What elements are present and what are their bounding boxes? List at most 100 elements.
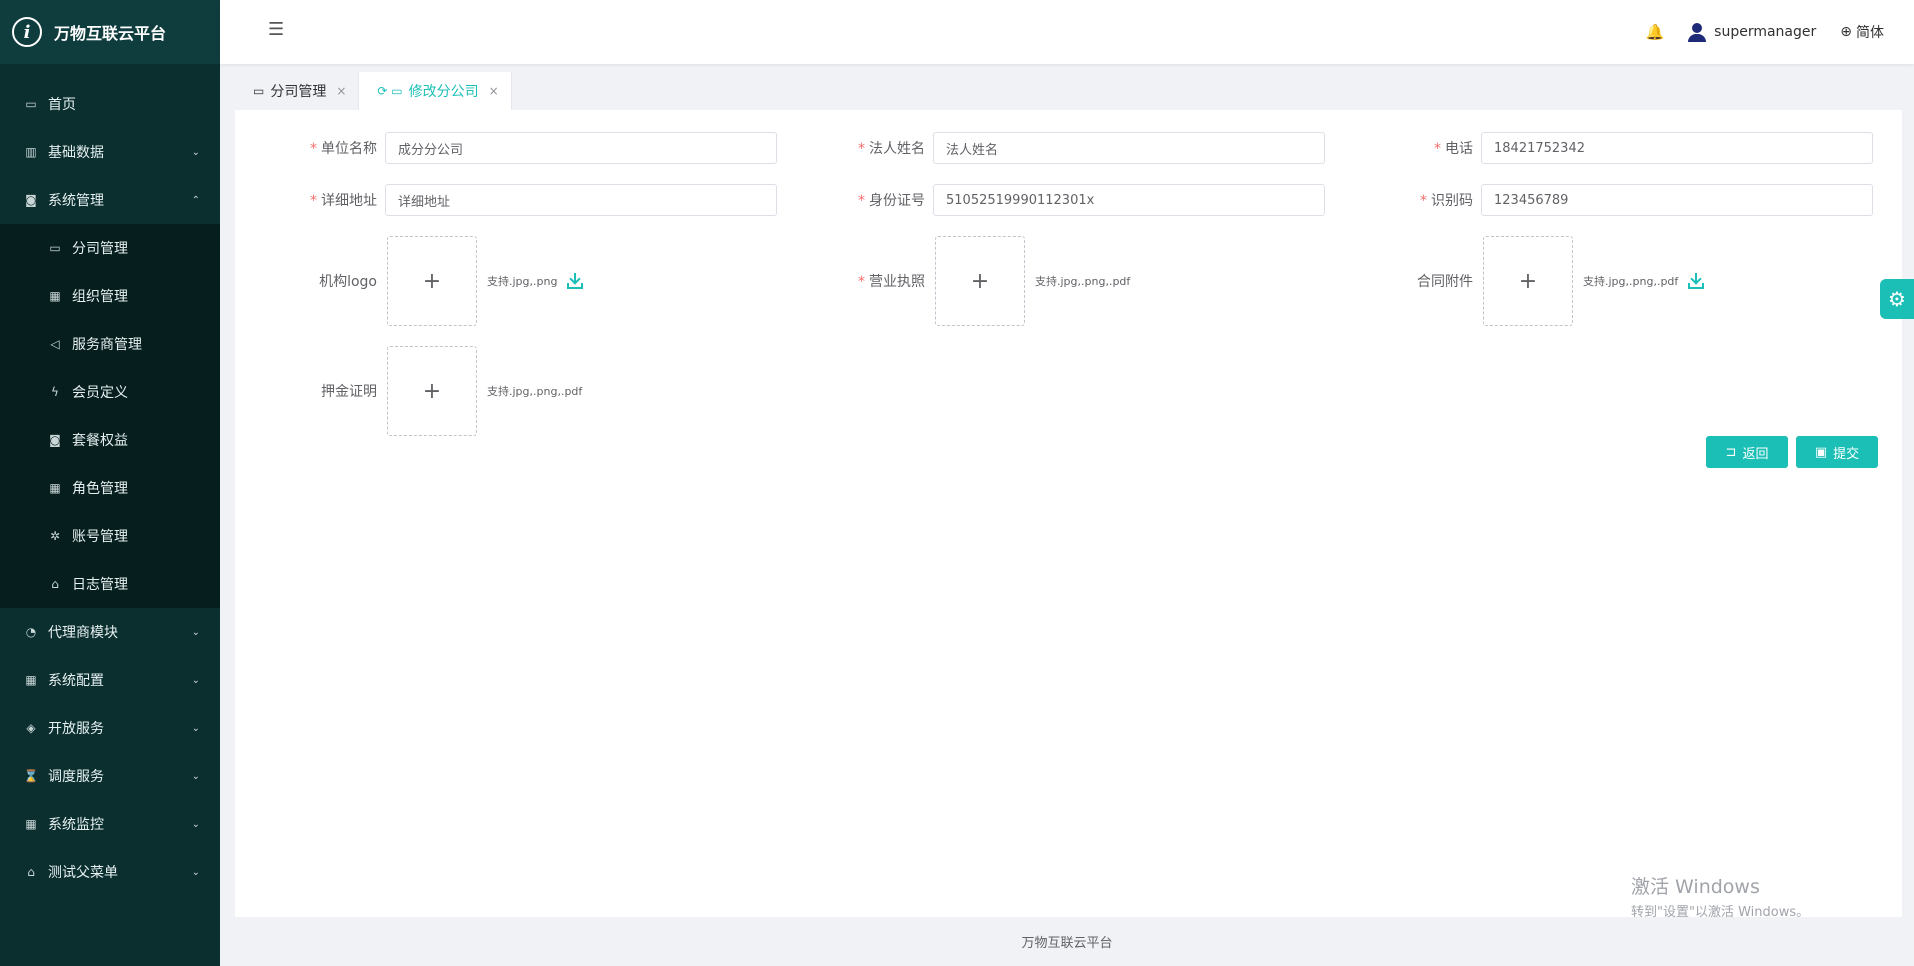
- sidebar-item-label: 分司管理: [72, 241, 128, 257]
- tab-edit-branch[interactable]: ⟳ ▭ 修改分公司 ×: [359, 72, 512, 110]
- chevron-up-icon: ⌃: [191, 194, 200, 206]
- sidebar-item-basic-data[interactable]: ▥ 基础数据 ⌄: [0, 128, 220, 176]
- company-name-field: * 单位名称: [235, 132, 777, 164]
- id-number-field: * 身份证号: [783, 184, 1325, 216]
- sidebar-item-label: 基础数据: [48, 145, 104, 161]
- deposit-upload-box[interactable]: +: [387, 346, 477, 436]
- bug-icon: ✲: [49, 529, 61, 543]
- sidebar-item-label: 会员定义: [72, 385, 128, 401]
- chevron-down-icon: ⌄: [191, 722, 200, 734]
- sidebar-item-label: 首页: [48, 97, 76, 113]
- close-icon[interactable]: ×: [489, 84, 499, 98]
- sidebar-item-label: 系统配置: [48, 673, 104, 689]
- back-label: 返回: [1742, 446, 1769, 462]
- legal-name-field: * 法人姓名: [783, 132, 1325, 164]
- phone-input[interactable]: [1481, 132, 1873, 164]
- address-label: * 详细地址: [310, 193, 377, 209]
- license-upload-tip: 支持.jpg,.png,.pdf: [1035, 275, 1131, 288]
- home-icon: ⌂: [51, 577, 59, 591]
- username: supermanager: [1714, 24, 1817, 40]
- sidebar-item-open-service[interactable]: ◈ 开放服务 ⌄: [0, 704, 220, 752]
- chevron-down-icon: ⌄: [191, 626, 200, 638]
- sidebar-item-label: 系统监控: [48, 817, 104, 833]
- sidebar-subitem-member[interactable]: ϟ 会员定义: [0, 368, 220, 416]
- bell-icon: ◔: [25, 625, 37, 639]
- sidebar-item-test-parent[interactable]: ⌂ 测试父菜单 ⌄: [0, 848, 220, 896]
- logo-upload-box[interactable]: +: [387, 236, 477, 326]
- tab-branch-management[interactable]: ▭ 分司管理 ×: [235, 72, 360, 110]
- download-icon[interactable]: [1688, 273, 1705, 289]
- language-switch[interactable]: ⊕ 简体: [1840, 22, 1884, 42]
- sidebar-item-label: 套餐权益: [72, 433, 128, 449]
- hourglass-icon: ⌛: [23, 769, 39, 783]
- info-logo-icon: i: [12, 17, 42, 47]
- sidebar-item-system-management[interactable]: ◙ 系统管理 ⌃: [0, 176, 220, 224]
- tab-label: 分司管理: [270, 84, 327, 100]
- watermark-line1: 激活 Windows: [1631, 876, 1760, 898]
- company-name-input[interactable]: [385, 132, 777, 164]
- legal-name-input[interactable]: [933, 132, 1325, 164]
- address-input[interactable]: [385, 184, 777, 216]
- form-row: *单位名称 *法人姓名 *电话: [235, 132, 1902, 164]
- bank-icon: ⌂: [27, 865, 35, 879]
- back-button[interactable]: ⊐ 返回: [1706, 436, 1788, 468]
- grid-icon: ▦: [49, 481, 61, 495]
- settings-gear-icon[interactable]: ⚙: [1880, 279, 1914, 319]
- code-input[interactable]: [1481, 184, 1873, 216]
- bell-icon[interactable]: 🔔: [1645, 23, 1664, 41]
- calendar-icon: ▭: [25, 97, 37, 111]
- contract-upload-field: 合同附件 + 支持.jpg,.png,.pdf: [1331, 236, 1705, 326]
- sidebar-menu: ▭ 首页 ▥ 基础数据 ⌄ ◙ 系统管理 ⌃ ▭ 分司管理 ▦ 组织管理 ◁ 服…: [0, 64, 220, 896]
- logo-upload-tip: 支持.jpg,.png: [487, 275, 558, 288]
- submit-button[interactable]: ▣ 提交: [1796, 436, 1878, 468]
- sidebar-subitem-branch[interactable]: ▭ 分司管理: [0, 224, 220, 272]
- refresh-calendar-icon: ⟳ ▭: [377, 84, 403, 98]
- chevron-down-icon: ⌄: [191, 770, 200, 782]
- grid-icon: ▦: [25, 673, 37, 687]
- save-icon: ▣: [1814, 444, 1828, 460]
- sidebar-item-system-config[interactable]: ▦ 系统配置 ⌄: [0, 656, 220, 704]
- grid-icon: ▦: [25, 817, 37, 831]
- calendar-icon: ▭: [49, 241, 61, 255]
- page-tabs: ▭ 分司管理 × ⟳ ▭ 修改分公司 ×: [235, 72, 512, 110]
- id-number-label: * 身份证号: [858, 193, 925, 209]
- required-mark: *: [858, 274, 865, 290]
- sidebar-subitem-log[interactable]: ⌂ 日志管理: [0, 560, 220, 608]
- id-number-input[interactable]: [933, 184, 1325, 216]
- user-menu[interactable]: supermanager: [1688, 23, 1817, 42]
- sidebar-subitem-account[interactable]: ✲ 账号管理: [0, 512, 220, 560]
- menu-fold-icon[interactable]: ☰: [268, 20, 288, 40]
- contract-upload-box[interactable]: +: [1483, 236, 1573, 326]
- download-icon[interactable]: [567, 273, 584, 289]
- barcode-icon: ▥: [25, 145, 37, 159]
- license-upload-field: * 营业执照 + 支持.jpg,.png,.pdf: [783, 236, 1130, 326]
- sidebar-item-label: 日志管理: [72, 577, 128, 593]
- license-label: * 营业执照: [858, 274, 925, 290]
- sidebar-item-label: 组织管理: [72, 289, 128, 305]
- chevron-down-icon: ⌄: [191, 146, 200, 158]
- logo-area[interactable]: i 万物互联云平台: [0, 0, 220, 64]
- sidebar-item-home[interactable]: ▭ 首页: [0, 80, 220, 128]
- user-icon: [1688, 23, 1707, 42]
- calendar-icon: ▭: [253, 84, 265, 98]
- sidebar: i 万物互联云平台 ▭ 首页 ▥ 基础数据 ⌄ ◙ 系统管理 ⌃ ▭ 分司管理 …: [0, 0, 220, 966]
- sidebar-item-label: 服务商管理: [72, 337, 142, 353]
- sidebar-subitem-provider[interactable]: ◁ 服务商管理: [0, 320, 220, 368]
- sidebar-item-scheduling[interactable]: ⌛ 调度服务 ⌄: [0, 752, 220, 800]
- license-upload-box[interactable]: +: [935, 236, 1025, 326]
- sidebar-item-label: 账号管理: [72, 529, 128, 545]
- form-row: *详细地址 *身份证号 *识别码: [235, 184, 1902, 216]
- close-icon[interactable]: ×: [336, 84, 346, 98]
- edit-branch-form: *单位名称 *法人姓名 *电话 *详细地址 *身份证号 *识别码 机构logo …: [235, 110, 1902, 917]
- header-right: 🔔 supermanager ⊕ 简体: [1645, 0, 1884, 64]
- company-name-label: * 单位名称: [310, 141, 377, 157]
- tab-label: 修改分公司: [408, 84, 479, 100]
- sidebar-item-agent[interactable]: ◔ 代理商模块 ⌄: [0, 608, 220, 656]
- sidebar-item-label: 开放服务: [48, 721, 104, 737]
- sidebar-subitem-role[interactable]: ▦ 角色管理: [0, 464, 220, 512]
- phone-field: * 电话: [1331, 132, 1873, 164]
- logo-upload-field: 机构logo + 支持.jpg,.png: [235, 236, 584, 326]
- sidebar-subitem-package[interactable]: ◙ 套餐权益: [0, 416, 220, 464]
- sidebar-item-monitoring[interactable]: ▦ 系统监控 ⌄: [0, 800, 220, 848]
- sidebar-subitem-organization[interactable]: ▦ 组织管理: [0, 272, 220, 320]
